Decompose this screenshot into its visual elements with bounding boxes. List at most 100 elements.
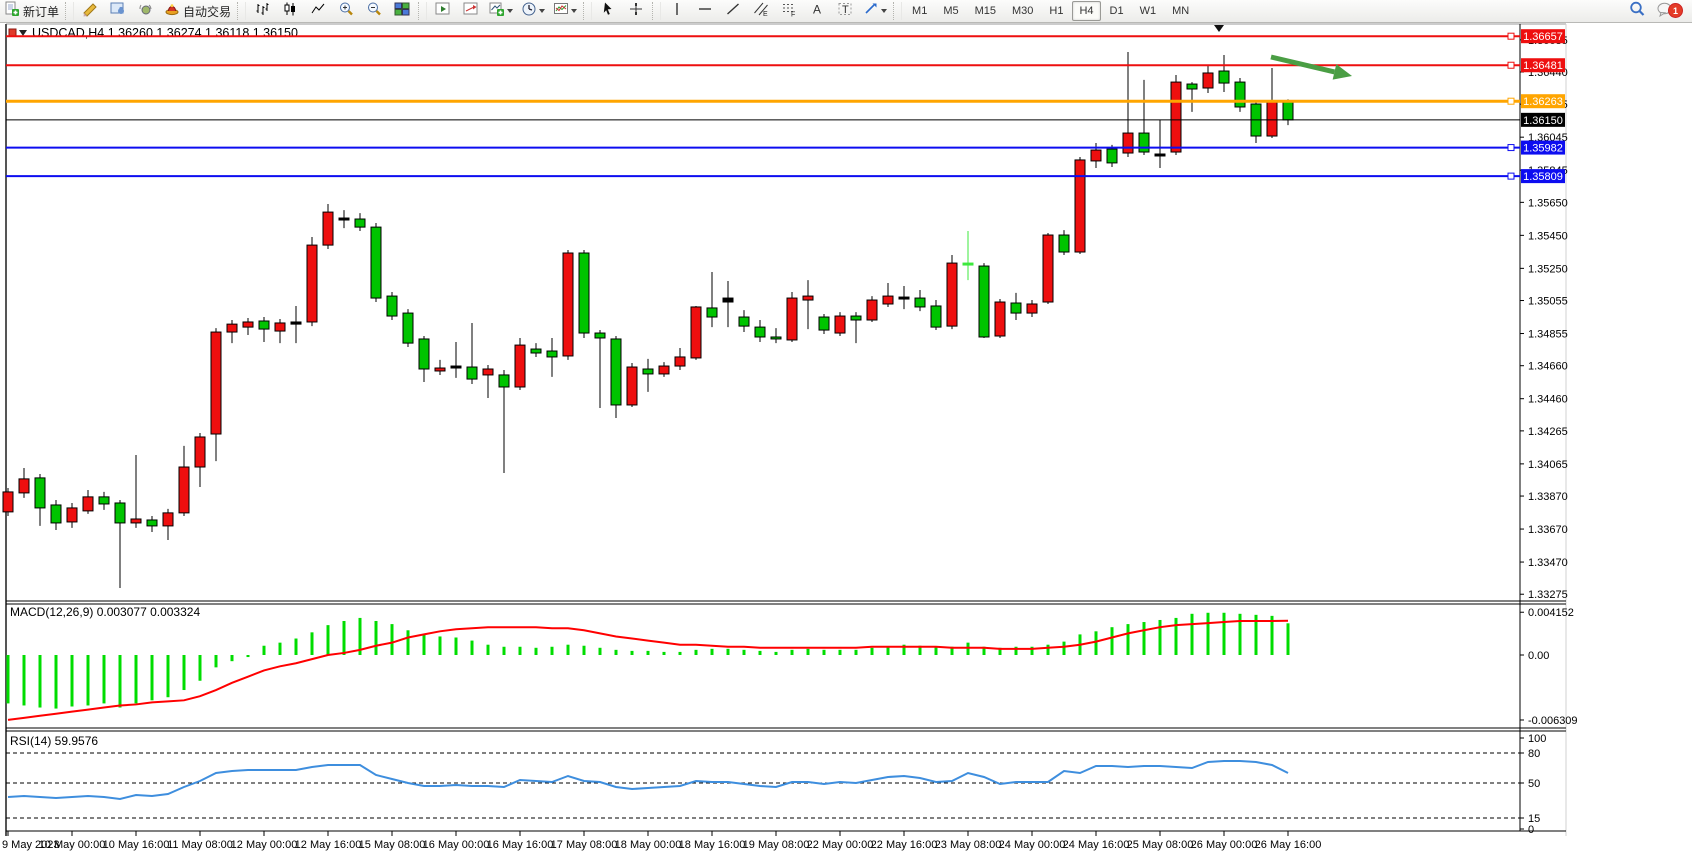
toolbar-separator (65, 2, 74, 20)
candle-body (1155, 154, 1165, 156)
candle-body (931, 306, 941, 327)
timeframe-h4-button[interactable]: H4 (1072, 1, 1100, 21)
candle-body (499, 375, 509, 387)
timeframe-label: D1 (1106, 5, 1128, 17)
time-tick-label: 23 May 08:00 (935, 839, 1002, 851)
timeframe-m15-button[interactable]: M15 (968, 1, 1003, 21)
candle-chart-mode-button[interactable] (277, 1, 303, 21)
timeframe-m5-button[interactable]: M5 (936, 1, 965, 21)
line-chart-mode-button[interactable] (305, 1, 331, 21)
text-icon: A (809, 1, 825, 22)
rsi-label: RSI(14) 59.9576 (10, 734, 98, 748)
chevron-down-icon[interactable] (881, 9, 887, 13)
timeframe-h1-button[interactable]: H1 (1042, 1, 1070, 21)
candle-body (291, 322, 301, 324)
search-icon (1628, 0, 1646, 23)
autotrade-icon (164, 1, 180, 22)
price-label: 1.36657 (1523, 31, 1563, 43)
arrows-button[interactable] (860, 1, 890, 21)
templates-button[interactable] (550, 1, 580, 21)
timeframe-mn-button[interactable]: MN (1165, 1, 1196, 21)
line-handle[interactable] (1508, 62, 1514, 68)
auto-scroll-button[interactable] (458, 1, 484, 21)
crosshair-icon (628, 1, 644, 22)
horizontal-line-button[interactable] (692, 1, 718, 21)
candle-body (467, 367, 477, 379)
candle-body (19, 479, 29, 493)
candle-body (99, 497, 109, 504)
candle-body (755, 327, 765, 337)
candle-body (963, 263, 973, 265)
time-tick-label: 12 May 16:00 (295, 839, 362, 851)
line-handle[interactable] (1508, 98, 1514, 104)
candle-body (1187, 84, 1197, 89)
candle-chart-icon (282, 1, 298, 22)
candle-body (67, 508, 77, 522)
text-button[interactable]: A (804, 1, 830, 21)
vertical-line-button[interactable] (664, 1, 690, 21)
vertical-line-icon (669, 1, 685, 22)
price-tick-label: 1.35055 (1528, 296, 1568, 308)
timeframe-d1-button[interactable]: D1 (1103, 1, 1131, 21)
candle-body (227, 324, 237, 332)
time-tick-label: 25 May 08:00 (1127, 839, 1194, 851)
chart-window-area (6, 24, 1566, 831)
rsi-scale-label: 50 (1528, 778, 1540, 790)
timeframe-m30-button[interactable]: M30 (1005, 1, 1040, 21)
chevron-down-icon[interactable] (571, 9, 577, 13)
chart-canvas[interactable]: USDCAD,H4 1.36260 1.36274 1.36118 1.3615… (0, 0, 1692, 860)
styles-button[interactable] (77, 1, 103, 21)
add-indicator-button[interactable] (486, 1, 516, 21)
time-tick-label: 11 May 08:00 (167, 839, 233, 851)
svg-text:E: E (763, 11, 768, 17)
channel-button[interactable]: E (748, 1, 774, 21)
auto-trading-button[interactable]: 自动交易 (161, 1, 234, 21)
candle-body (323, 212, 333, 245)
candle-body (819, 317, 829, 330)
time-tick-label: 24 May 16:00 (1063, 839, 1130, 851)
signals-button[interactable] (133, 1, 159, 21)
zoom-out-button[interactable] (361, 1, 387, 21)
line-handle[interactable] (1508, 173, 1514, 179)
crosshair-button[interactable] (623, 1, 649, 21)
line-handle[interactable] (1508, 145, 1514, 151)
timeframe-m1-button[interactable]: M1 (905, 1, 934, 21)
add-indicator-icon (489, 1, 505, 22)
cursor-button[interactable] (595, 1, 621, 21)
chart-shift-button[interactable] (430, 1, 456, 21)
text-label-button[interactable]: T (832, 1, 858, 21)
periods-button[interactable] (518, 1, 548, 21)
price-tick-label: 1.34460 (1528, 394, 1568, 406)
bar-chart-mode-button[interactable] (249, 1, 275, 21)
tile-windows-button[interactable] (389, 1, 415, 21)
signal-icon (138, 1, 154, 22)
metaeditor-button[interactable] (105, 1, 131, 21)
clock-icon (521, 1, 537, 22)
candle-body (595, 333, 605, 338)
trendline-button[interactable] (720, 1, 746, 21)
candle-body (1027, 304, 1037, 313)
line-handle[interactable] (1508, 33, 1514, 39)
zoom-in-button[interactable] (333, 1, 359, 21)
new-order-icon (4, 1, 20, 22)
time-tick-label: 18 May 00:00 (615, 839, 682, 851)
timeframe-label: M1 (908, 5, 931, 17)
chart-title: USDCAD,H4 1.36260 1.36274 1.36118 1.3615… (32, 26, 298, 40)
search-button[interactable] (1624, 1, 1650, 21)
chevron-down-icon[interactable] (507, 9, 513, 13)
price-tick-label: 1.35650 (1528, 197, 1568, 209)
timeframe-w1-button[interactable]: W1 (1133, 1, 1164, 21)
line-chart-icon (310, 1, 326, 22)
candle-body (563, 253, 573, 356)
fibonacci-button[interactable]: F (776, 1, 802, 21)
notifications-button[interactable]: 1 (1652, 1, 1678, 21)
candle-body (195, 437, 205, 467)
new-order-button[interactable]: 新订单 (1, 1, 62, 21)
price-label: 1.36263 (1523, 96, 1563, 108)
zoom-in-icon (338, 1, 354, 22)
chevron-down-icon[interactable] (539, 9, 545, 13)
price-label: 1.36481 (1523, 60, 1563, 72)
candle-body (1171, 82, 1181, 152)
rsi-scale-label: 100 (1528, 733, 1546, 745)
candle-body (275, 323, 285, 331)
